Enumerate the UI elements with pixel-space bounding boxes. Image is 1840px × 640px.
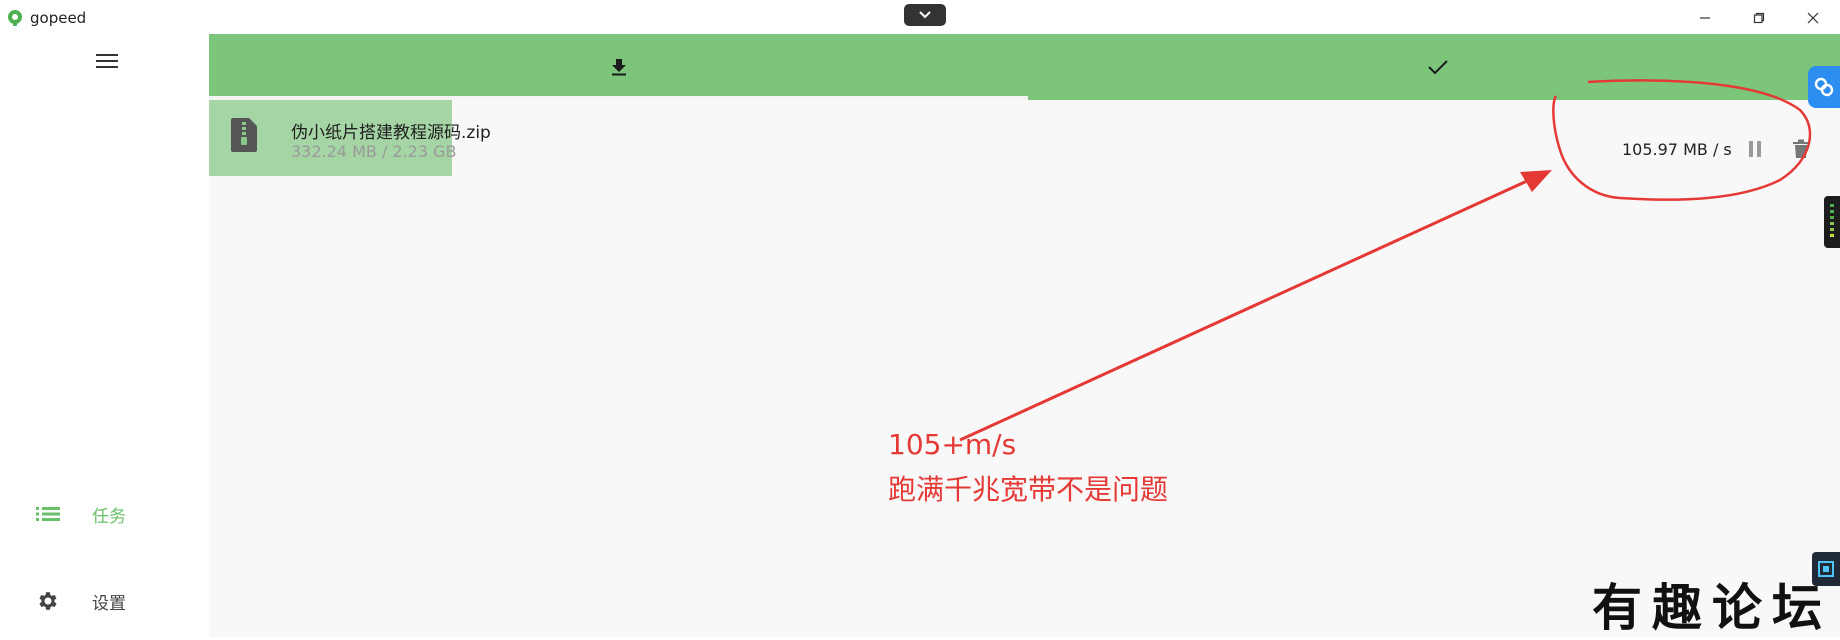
tab-completed[interactable]	[1028, 34, 1840, 100]
close-icon	[1807, 12, 1819, 24]
main-panel: 伪小纸片搭建教程源码.zip 332.24 MB / 2.23 GB 105.9…	[209, 34, 1840, 637]
pause-icon	[1749, 141, 1761, 157]
side-meter-widget[interactable]	[1824, 196, 1840, 248]
sidebar-item-label: 设置	[92, 593, 126, 614]
link-icon	[1814, 77, 1834, 97]
app-title: gopeed	[30, 9, 87, 27]
close-button[interactable]	[1796, 4, 1830, 32]
floating-widget-button[interactable]	[1808, 66, 1840, 108]
gear-icon	[39, 592, 57, 610]
task-size: 332.24 MB / 2.23 GB	[291, 142, 457, 161]
delete-button[interactable]	[1788, 134, 1814, 164]
zip-file-icon	[231, 118, 257, 152]
restore-icon	[1753, 12, 1765, 24]
sidebar-item-tasks[interactable]: 任务	[30, 494, 190, 534]
task-list-icon	[36, 507, 60, 521]
annotation-text-note: 跑满千兆宽带不是问题	[888, 473, 1169, 506]
hamburger-menu-icon	[96, 54, 118, 68]
gopeed-logo-icon	[8, 10, 22, 26]
title-bar: gopeed	[0, 0, 1840, 34]
trash-icon	[1793, 139, 1809, 158]
pause-button[interactable]	[1742, 134, 1768, 164]
annotation-text-speed: 105+m/s	[888, 428, 1017, 461]
dropdown-tab[interactable]	[904, 4, 946, 26]
minimize-button[interactable]	[1688, 4, 1722, 32]
minimize-icon	[1700, 17, 1710, 19]
task-row[interactable]: 伪小纸片搭建教程源码.zip 332.24 MB / 2.23 GB 105.9…	[209, 100, 1840, 184]
task-speed: 105.97 MB / s	[1622, 140, 1732, 159]
task-file-name: 伪小纸片搭建教程源码.zip	[291, 123, 491, 143]
sidebar: 任务 设置	[0, 34, 209, 637]
sidebar-item-label: 任务	[92, 506, 126, 527]
restore-button[interactable]	[1742, 4, 1776, 32]
chevron-down-icon	[919, 11, 931, 19]
download-icon	[611, 59, 626, 76]
watermark: 有趣论坛	[1592, 578, 1832, 637]
tab-downloading[interactable]	[209, 34, 1028, 100]
meter-icon	[1830, 204, 1834, 237]
menu-button[interactable]	[92, 48, 122, 74]
tab-bar	[209, 34, 1840, 100]
check-icon	[1427, 60, 1448, 75]
sidebar-item-settings[interactable]: 设置	[30, 581, 190, 621]
